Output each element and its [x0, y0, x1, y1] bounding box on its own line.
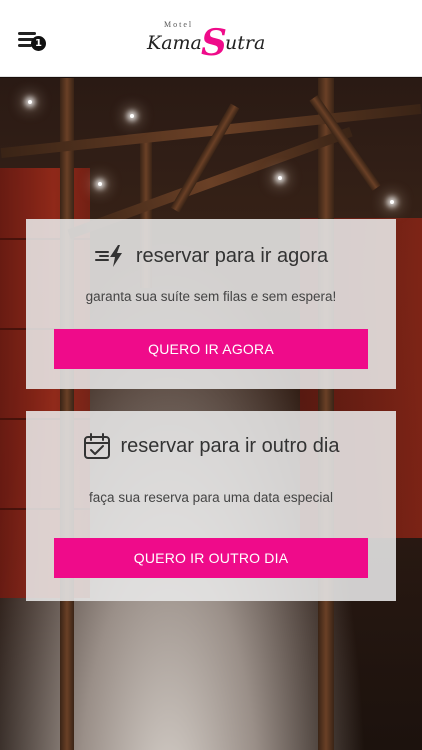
menu-icon-bar — [18, 44, 32, 47]
ceiling-light — [28, 100, 32, 104]
notification-badge: 1 — [31, 36, 46, 51]
card-description: garanta sua suíte sem filas e sem espera… — [85, 289, 337, 304]
ceiling-light — [278, 176, 282, 180]
fast-lightning-icon — [94, 245, 122, 267]
menu-button[interactable]: 1 — [18, 30, 48, 52]
ceiling-light — [130, 114, 134, 118]
app-header: 1 Motel Kama S utra — [0, 0, 422, 77]
ceiling-light — [98, 182, 102, 186]
card-title: reservar para ir agora — [135, 244, 329, 267]
logo-kama-text: Kama — [146, 32, 202, 54]
card-title-row: reservar para ir agora — [26, 241, 396, 271]
logo-s-letter: S — [201, 22, 227, 61]
logo-motel-text: Motel — [164, 20, 193, 29]
go-another-day-button[interactable]: QUERO IR OUTRO DIA — [54, 538, 368, 578]
go-now-button[interactable]: QUERO IR AGORA — [54, 329, 368, 369]
calendar-check-icon — [83, 433, 110, 459]
card-title: reservar para ir outro dia — [120, 434, 340, 457]
reserve-later-card: reservar para ir outro dia faça sua rese… — [26, 411, 396, 601]
ceiling-light — [390, 200, 394, 204]
kamasutra-logo: Motel Kama S utra — [146, 20, 265, 61]
reserve-now-card: reservar para ir agora garanta sua suíte… — [26, 219, 396, 389]
card-description: faça sua reserva para uma data especial — [89, 490, 333, 505]
logo-utra-text: utra — [225, 32, 265, 54]
menu-icon — [18, 32, 36, 35]
wood-beam — [170, 103, 240, 213]
card-title-row: reservar para ir outro dia — [26, 431, 396, 461]
